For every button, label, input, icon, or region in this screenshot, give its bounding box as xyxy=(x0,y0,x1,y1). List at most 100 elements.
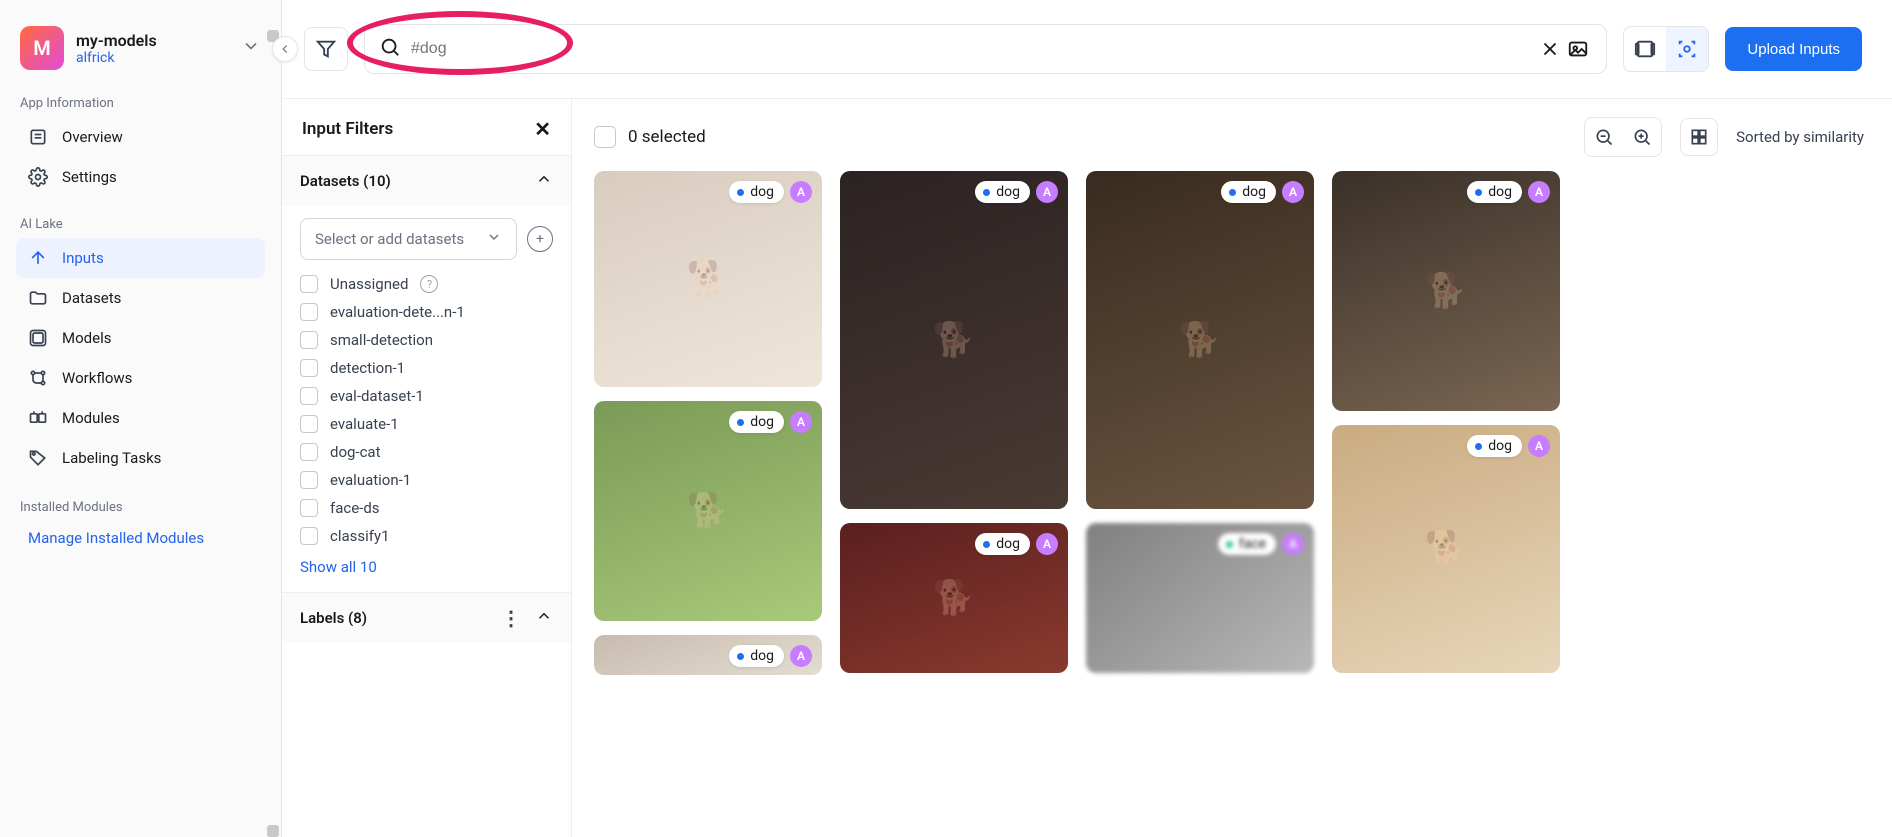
nav-labeling[interactable]: Labeling Tasks xyxy=(16,438,265,478)
zoom-controls xyxy=(1584,117,1662,157)
dataset-checkbox[interactable] xyxy=(300,415,318,433)
result-tag[interactable]: dog xyxy=(729,645,784,667)
sort-label[interactable]: Sorted by similarity xyxy=(1736,128,1864,146)
mode-object[interactable] xyxy=(1666,27,1708,71)
dataset-label: classify1 xyxy=(330,527,390,545)
dataset-label: dog-cat xyxy=(330,443,381,461)
nav-models[interactable]: Models xyxy=(16,318,265,358)
sidebar-collapse-button[interactable] xyxy=(272,36,298,62)
chevron-down-icon xyxy=(486,229,502,249)
dataset-checkbox[interactable] xyxy=(300,499,318,517)
nav-workflows-label: Workflows xyxy=(62,369,132,387)
dataset-row[interactable]: classify1 xyxy=(300,522,553,550)
result-tag[interactable]: dog xyxy=(975,181,1030,203)
dataset-row[interactable]: small-detection xyxy=(300,326,553,354)
nav-inputs-label: Inputs xyxy=(62,249,104,267)
dataset-row[interactable]: evaluate-1 xyxy=(300,410,553,438)
search-icon xyxy=(379,36,401,62)
annotator-badge: A xyxy=(1282,533,1304,555)
result-tag[interactable]: dog xyxy=(975,533,1030,555)
dataset-checkbox[interactable] xyxy=(300,303,318,321)
zoom-out-button[interactable] xyxy=(1585,118,1623,156)
dataset-row[interactable]: eval-dataset-1 xyxy=(300,382,553,410)
nav-workflows[interactable]: Workflows xyxy=(16,358,265,398)
result-tag[interactable]: dog xyxy=(1467,181,1522,203)
dataset-row[interactable]: evaluation-dete...n-1 xyxy=(300,298,553,326)
nav-datasets[interactable]: Datasets xyxy=(16,278,265,318)
mode-gallery[interactable] xyxy=(1624,27,1666,71)
layout-toggle-button[interactable] xyxy=(1680,118,1718,156)
search-input[interactable] xyxy=(401,40,1536,58)
search-bar[interactable] xyxy=(364,24,1607,74)
nav-models-label: Models xyxy=(62,329,111,347)
app-sidebar: M my-models alfrick App Information Over… xyxy=(0,0,282,837)
add-dataset-button[interactable]: + xyxy=(527,226,553,252)
dataset-row[interactable]: Unassigned ? xyxy=(300,270,553,298)
dataset-label: evaluation-1 xyxy=(330,471,411,489)
filters-title: Input Filters xyxy=(302,119,393,139)
results-area: 0 selected Sorted by similarity xyxy=(572,99,1892,837)
help-icon[interactable]: ? xyxy=(420,275,438,293)
annotator-badge: A xyxy=(1528,435,1550,457)
result-card[interactable]: 🐕 dogA xyxy=(1332,425,1560,673)
dataset-checkbox[interactable] xyxy=(300,471,318,489)
labels-header[interactable]: Labels (8) ⋮ xyxy=(282,593,571,643)
result-tag[interactable]: dog xyxy=(729,181,784,203)
nav-datasets-label: Datasets xyxy=(62,289,121,307)
sidebar-scroll-track[interactable] xyxy=(265,30,281,837)
result-card[interactable]: 🐕 dogA xyxy=(594,171,822,387)
section-label-ai-lake: AI Lake xyxy=(20,217,261,232)
app-header-text: my-models alfrick xyxy=(76,31,229,66)
dataset-checkbox[interactable] xyxy=(300,527,318,545)
result-card[interactable]: dog A xyxy=(594,635,822,675)
dataset-row[interactable]: evaluation-1 xyxy=(300,466,553,494)
nav-settings[interactable]: Settings xyxy=(16,157,265,197)
dataset-checkbox[interactable] xyxy=(300,359,318,377)
result-card[interactable]: 🐕 dogA xyxy=(840,523,1068,673)
app-header[interactable]: M my-models alfrick xyxy=(16,18,265,88)
result-card[interactable]: 🐕 dogA xyxy=(1086,171,1314,509)
clear-search-button[interactable] xyxy=(1536,35,1564,63)
chevron-down-icon[interactable] xyxy=(241,36,261,60)
upload-inputs-button[interactable]: Upload Inputs xyxy=(1725,27,1862,71)
result-tag[interactable]: dog xyxy=(1467,435,1522,457)
datasets-header[interactable]: Datasets (10) xyxy=(282,156,571,206)
dataset-label: evaluate-1 xyxy=(330,415,399,433)
main-area: Upload Inputs Input Filters ✕ Datasets (… xyxy=(282,0,1892,837)
datasets-select[interactable]: Select or add datasets xyxy=(300,218,517,260)
app-icon: M xyxy=(20,26,64,70)
annotator-badge: A xyxy=(1036,533,1058,555)
select-all-checkbox[interactable] xyxy=(594,126,616,148)
dataset-checkbox[interactable] xyxy=(300,443,318,461)
annotator-badge: A xyxy=(1282,181,1304,203)
result-card[interactable]: 🐕 dogA xyxy=(594,401,822,621)
dataset-checkbox[interactable] xyxy=(300,331,318,349)
close-filters-button[interactable]: ✕ xyxy=(534,117,551,141)
result-card[interactable]: face A xyxy=(1086,523,1314,673)
result-card[interactable]: 🐕 dogA xyxy=(1332,171,1560,411)
view-mode-toggle[interactable] xyxy=(1623,26,1709,72)
annotator-badge: A xyxy=(790,645,812,667)
nav-overview[interactable]: Overview xyxy=(16,117,265,157)
zoom-in-button[interactable] xyxy=(1623,118,1661,156)
filter-toggle-button[interactable] xyxy=(304,27,348,71)
image-search-button[interactable] xyxy=(1564,35,1592,63)
app-user[interactable]: alfrick xyxy=(76,50,229,66)
nav-modules[interactable]: Modules xyxy=(16,398,265,438)
result-card[interactable]: 🐕 dogA xyxy=(840,171,1068,509)
nav-overview-label: Overview xyxy=(62,128,123,146)
result-tag[interactable]: dog xyxy=(1221,181,1276,203)
show-all-datasets-link[interactable]: Show all 10 xyxy=(300,558,377,576)
dataset-row[interactable]: face-ds xyxy=(300,494,553,522)
result-tag[interactable]: face xyxy=(1218,533,1276,555)
result-tag[interactable]: dog xyxy=(729,411,784,433)
dataset-checkbox[interactable] xyxy=(300,275,318,293)
manage-modules-link[interactable]: Manage Installed Modules xyxy=(16,521,265,555)
dataset-row[interactable]: detection-1 xyxy=(300,354,553,382)
dataset-row[interactable]: dog-cat xyxy=(300,438,553,466)
input-filters-panel: Input Filters ✕ Datasets (10) Select or … xyxy=(282,99,572,837)
dataset-checkbox[interactable] xyxy=(300,387,318,405)
dataset-label: eval-dataset-1 xyxy=(330,387,424,405)
nav-inputs[interactable]: Inputs xyxy=(16,238,265,278)
datasets-select-placeholder: Select or add datasets xyxy=(315,230,464,248)
